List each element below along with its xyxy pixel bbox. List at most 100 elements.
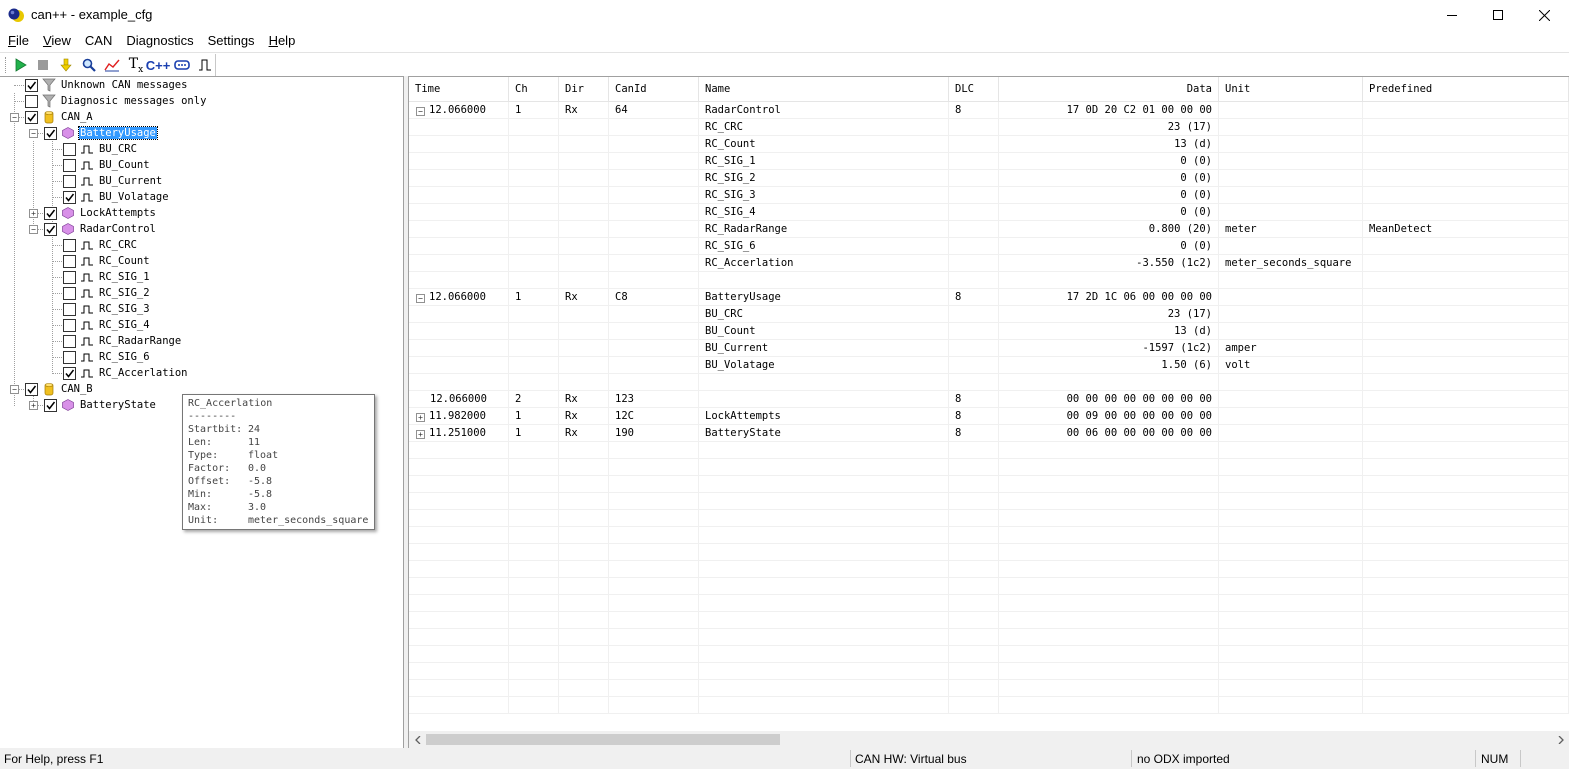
- table-row[interactable]: [409, 544, 1569, 561]
- table-row[interactable]: [409, 272, 1569, 289]
- scroll-thumb[interactable]: [426, 734, 780, 745]
- rc-sig-6-checkbox[interactable]: [63, 350, 76, 364]
- tree-item-unknown-messages[interactable]: Unknown CAN messages: [25, 77, 188, 93]
- table-row[interactable]: [409, 510, 1569, 527]
- stop-button[interactable]: [33, 56, 53, 74]
- tree-item-rc-crc[interactable]: RC_CRC: [63, 237, 138, 253]
- message-list[interactable]: Time Ch Dir CanId Name DLC Data Unit Predefined …: [408, 76, 1569, 748]
- rc-count-checkbox[interactable]: [63, 254, 76, 268]
- tree-item-batterystate[interactable]: BatteryState: [44, 397, 157, 413]
- tree-item-can-a[interactable]: CAN_A: [25, 109, 94, 125]
- tx-button[interactable]: Tx: [126, 56, 146, 75]
- tree-item-rc-accerlation[interactable]: RC_Accerlation: [63, 365, 189, 381]
- horizontal-scrollbar[interactable]: [409, 731, 1569, 748]
- expand-row-button[interactable]: +: [416, 413, 425, 422]
- play-button[interactable]: [10, 56, 30, 74]
- table-row[interactable]: BU_Count 13 (d): [409, 323, 1569, 340]
- collapse-radarcontrol-button[interactable]: −: [29, 225, 38, 234]
- cpp-button[interactable]: C++: [146, 56, 171, 74]
- diagnostic-only-checkbox[interactable]: [25, 94, 38, 108]
- scroll-right-button[interactable]: [1552, 731, 1569, 748]
- radarcontrol-checkbox[interactable]: [44, 222, 57, 236]
- tree-item-bu-current[interactable]: BU_Current: [63, 173, 163, 189]
- table-row[interactable]: BU_CRC 23 (17): [409, 306, 1569, 323]
- table-row[interactable]: RC_Count 13 (d): [409, 136, 1569, 153]
- tree-item-rc-sig-1[interactable]: RC_SIG_1: [63, 269, 151, 285]
- scroll-left-button[interactable]: [409, 731, 426, 748]
- menu-settings[interactable]: Settings: [201, 30, 262, 52]
- table-row[interactable]: [409, 374, 1569, 391]
- tree-item-bu-crc[interactable]: BU_CRC: [63, 141, 138, 157]
- table-row[interactable]: [409, 697, 1569, 714]
- table-row[interactable]: [409, 442, 1569, 459]
- search-button[interactable]: [79, 56, 99, 74]
- batterystate-checkbox[interactable]: [44, 398, 57, 412]
- table-row[interactable]: [409, 612, 1569, 629]
- table-row[interactable]: [409, 527, 1569, 544]
- table-row[interactable]: [409, 663, 1569, 680]
- rc-sig-4-checkbox[interactable]: [63, 318, 76, 332]
- column-header-ch[interactable]: Ch: [509, 77, 559, 102]
- table-row[interactable]: −12.066000 1 Rx 64 RadarControl 8 17 0D 20 C2 …: [409, 102, 1569, 119]
- table-row[interactable]: RC_SIG_3 0 (0): [409, 187, 1569, 204]
- tree-item-batteryusage[interactable]: BatteryUsage: [44, 125, 158, 141]
- expand-row-button[interactable]: +: [416, 430, 425, 439]
- rc-radarrange-checkbox[interactable]: [63, 334, 76, 348]
- expand-batterystate-button[interactable]: +: [29, 401, 38, 410]
- column-header-predefined[interactable]: Predefined: [1363, 77, 1569, 102]
- minimize-button[interactable]: [1429, 0, 1475, 30]
- toolbar-grip[interactable]: [5, 57, 7, 73]
- download-button[interactable]: [56, 56, 76, 74]
- tree-item-rc-radarrange[interactable]: RC_RadarRange: [63, 333, 182, 349]
- table-row[interactable]: RC_CRC 23 (17): [409, 119, 1569, 136]
- collapse-row-button[interactable]: −: [416, 107, 425, 116]
- signal-button[interactable]: [195, 56, 215, 74]
- menu-can[interactable]: CAN: [78, 30, 119, 52]
- lockattempts-checkbox[interactable]: [44, 206, 57, 220]
- table-row[interactable]: RC_RadarRange 0.800 (20) meter MeanDetect: [409, 221, 1569, 238]
- bu-count-checkbox[interactable]: [63, 158, 76, 172]
- tree-item-rc-sig-2[interactable]: RC_SIG_2: [63, 285, 151, 301]
- rc-sig-1-checkbox[interactable]: [63, 270, 76, 284]
- table-row[interactable]: [409, 595, 1569, 612]
- table-row[interactable]: −12.066000 1 Rx C8 BatteryUsage 8 17 2D 1C 06 …: [409, 289, 1569, 306]
- tree-item-can-b[interactable]: CAN_B: [25, 381, 94, 397]
- tree-item-rc-sig-3[interactable]: RC_SIG_3: [63, 301, 151, 317]
- table-row[interactable]: 12.066000 2 Rx 123 8 00 00 00 00 00 00 00 00: [409, 391, 1569, 408]
- column-header-unit[interactable]: Unit: [1219, 77, 1363, 102]
- rc-crc-checkbox[interactable]: [63, 238, 76, 252]
- table-row[interactable]: [409, 646, 1569, 663]
- table-row[interactable]: BU_Volatage 1.50 (6) volt: [409, 357, 1569, 374]
- tree-item-radarcontrol[interactable]: RadarControl: [44, 221, 157, 237]
- table-row[interactable]: RC_Accerlation -3.550 (1c2) meter_seconds_…: [409, 255, 1569, 272]
- can-a-checkbox[interactable]: [25, 110, 38, 124]
- table-row[interactable]: [409, 459, 1569, 476]
- tree-item-bu-volatage[interactable]: BU_Volatage: [63, 189, 170, 205]
- collapse-batteryusage-button[interactable]: −: [29, 129, 38, 138]
- table-row[interactable]: +11.251000 1 Rx 190 BatteryState 8 00 06 00 00…: [409, 425, 1569, 442]
- column-header-name[interactable]: Name: [699, 77, 949, 102]
- table-row[interactable]: RC_SIG_6 0 (0): [409, 238, 1569, 255]
- bu-crc-checkbox[interactable]: [63, 142, 76, 156]
- table-row[interactable]: [409, 629, 1569, 646]
- column-header-dir[interactable]: Dir: [559, 77, 609, 102]
- table-row[interactable]: RC_SIG_2 0 (0): [409, 170, 1569, 187]
- close-button[interactable]: [1521, 0, 1567, 30]
- menu-help[interactable]: Help: [262, 30, 303, 52]
- table-row[interactable]: [409, 561, 1569, 578]
- rc-accerlation-checkbox[interactable]: [63, 366, 76, 380]
- can-b-checkbox[interactable]: [25, 382, 38, 396]
- tree-item-rc-sig-4[interactable]: RC_SIG_4: [63, 317, 151, 333]
- table-row[interactable]: RC_SIG_4 0 (0): [409, 204, 1569, 221]
- bu-volatage-checkbox[interactable]: [63, 190, 76, 204]
- table-row[interactable]: [409, 680, 1569, 697]
- menu-view[interactable]: View: [36, 30, 78, 52]
- can-interface-button[interactable]: [172, 56, 192, 74]
- collapse-can-b-button[interactable]: −: [10, 385, 19, 394]
- tree-item-rc-sig-6[interactable]: RC_SIG_6: [63, 349, 151, 365]
- collapse-can-a-button[interactable]: −: [10, 113, 19, 122]
- table-row[interactable]: [409, 493, 1569, 510]
- table-row[interactable]: +11.982000 1 Rx 12C LockAttempts 8 00 09 00 00…: [409, 408, 1569, 425]
- chart-button[interactable]: [102, 56, 122, 74]
- table-row[interactable]: BU_Current -1597 (1c2) amper: [409, 340, 1569, 357]
